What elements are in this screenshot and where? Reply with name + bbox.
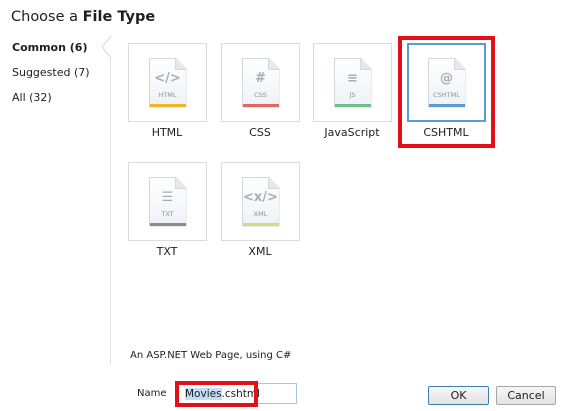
file-type-label[interactable]: HTML (122, 126, 212, 139)
category-common[interactable]: Common (6) (12, 41, 87, 54)
file-type-label[interactable]: CSS (215, 126, 305, 139)
ok-button[interactable]: OK (428, 386, 489, 405)
html-file-icon: </> HTML (148, 57, 187, 108)
file-type-tile-javascript[interactable]: ≡ JS (313, 43, 392, 122)
dialog-title: Choose a File Type (11, 9, 156, 25)
xml-file-icon: <x/> XML (241, 176, 280, 227)
javascript-file-icon: ≡ JS (333, 57, 372, 108)
highlight-box-cshtml (398, 36, 495, 148)
name-label: Name (137, 388, 167, 399)
file-type-tile-xml[interactable]: <x/> XML (221, 162, 300, 241)
file-type-label[interactable]: TXT (122, 245, 212, 258)
file-type-tile-txt[interactable]: ☰ TXT (128, 162, 207, 241)
file-type-label[interactable]: XML (215, 245, 305, 258)
cancel-button[interactable]: Cancel (496, 386, 556, 405)
category-suggested[interactable]: Suggested (7) (12, 66, 90, 79)
file-type-tile-html[interactable]: </> HTML (128, 43, 207, 122)
selection-notch (101, 36, 112, 59)
highlight-box-name (175, 381, 258, 407)
txt-file-icon: ☰ TXT (148, 176, 187, 227)
file-type-tile-css[interactable]: # CSS (221, 43, 300, 122)
divider (110, 35, 111, 365)
category-all[interactable]: All (32) (12, 91, 52, 104)
file-type-label[interactable]: JavaScript (307, 126, 397, 139)
css-file-icon: # CSS (241, 57, 280, 108)
file-type-description: An ASP.NET Web Page, using C# (130, 350, 292, 361)
